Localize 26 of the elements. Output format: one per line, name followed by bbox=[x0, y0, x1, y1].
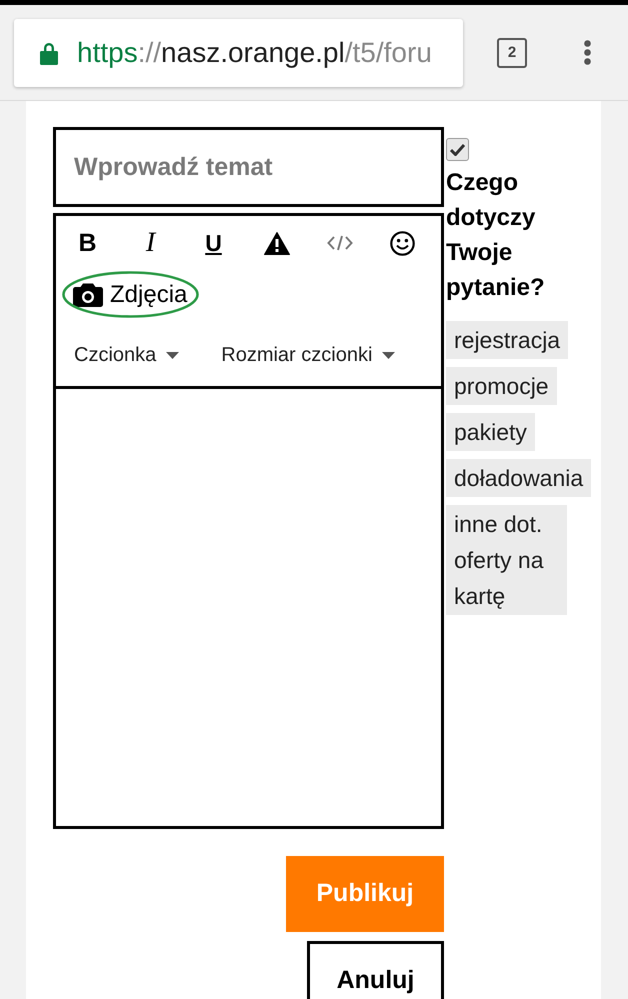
lock-icon bbox=[40, 40, 58, 64]
underline-button[interactable]: U bbox=[205, 230, 222, 256]
question-heading: Czego dotyczy Twoje pytanie? bbox=[446, 168, 546, 303]
category-tag[interactable]: pakiety bbox=[446, 413, 535, 451]
category-tag[interactable]: promocje bbox=[446, 367, 557, 405]
checkbox[interactable] bbox=[446, 138, 469, 161]
smiley-icon[interactable] bbox=[390, 230, 415, 256]
menu-icon[interactable] bbox=[584, 40, 591, 65]
camera-icon bbox=[73, 283, 103, 307]
address-bar[interactable]: https://nasz.orange.pl/t5/foru bbox=[14, 18, 463, 86]
warning-icon[interactable] bbox=[264, 232, 290, 254]
subject-field[interactable]: Wprowadź temat bbox=[53, 127, 444, 207]
cancel-button[interactable]: Anuluj bbox=[307, 941, 444, 999]
category-tag[interactable]: rejestracja bbox=[446, 321, 568, 359]
tab-switcher-button[interactable]: 2 bbox=[497, 38, 527, 68]
caret-icon bbox=[166, 352, 180, 358]
url-text: https://nasz.orange.pl/t5/foru bbox=[77, 36, 432, 70]
category-tag[interactable]: inne dot. oferty na kartę bbox=[446, 505, 567, 615]
dropdown-button[interactable]: Rozmiar czcionki bbox=[221, 343, 396, 367]
italic-button[interactable]: I bbox=[146, 230, 156, 256]
check-icon bbox=[450, 143, 465, 156]
bold-button[interactable]: B bbox=[78, 230, 97, 256]
category-tag[interactable]: doładowania bbox=[446, 459, 592, 497]
dropdown-button[interactable]: Czcionka bbox=[74, 343, 180, 367]
code-icon[interactable] bbox=[326, 235, 352, 251]
caret-icon bbox=[382, 352, 396, 358]
